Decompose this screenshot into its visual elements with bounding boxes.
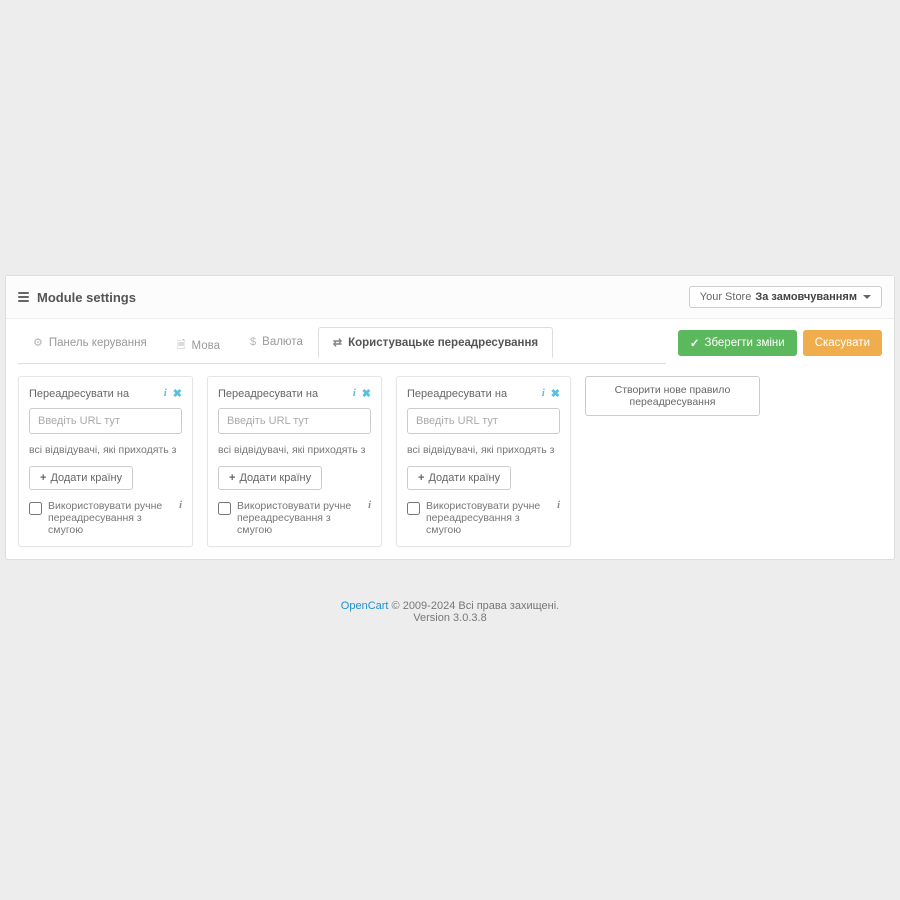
redirect-card: Переадресувати на i ✖ всі відвідувачі, я…: [207, 376, 382, 547]
create-rule-label: Створити нове правило переадресування: [615, 384, 731, 408]
info-icon[interactable]: i: [179, 500, 182, 511]
swap-icon: ⇄: [333, 336, 342, 349]
close-icon[interactable]: ✖: [173, 387, 182, 400]
card-header: Переадресувати на i ✖: [29, 387, 182, 400]
panel-title-text: Module settings: [37, 290, 136, 305]
visitors-label: всі відвідувачі, які приходять з: [29, 444, 182, 456]
manual-redirect-checkbox[interactable]: [29, 502, 42, 515]
url-input[interactable]: [218, 408, 371, 434]
cancel-label: Скасувати: [815, 337, 870, 349]
manual-redirect-checkbox[interactable]: [407, 502, 420, 515]
plus-icon: [229, 472, 235, 484]
tab-label: Користувацьке переадресування: [348, 337, 538, 349]
document-icon: 🗎: [177, 336, 186, 355]
tab-label: Мова: [192, 340, 220, 352]
redirect-card: Переадресувати на i ✖ всі відвідувачі, я…: [18, 376, 193, 547]
panel-heading: Module settings Your Store За замовчуван…: [6, 276, 894, 319]
footer: OpenCart © 2009-2024 Всі права захищені.…: [0, 580, 900, 644]
action-buttons: Зберегти зміни Скасувати: [678, 330, 882, 356]
redirect-card: Переадресувати на i ✖ всі відвідувачі, я…: [396, 376, 571, 547]
manual-redirect-checkbox-row[interactable]: Використовувати ручне переадресування з …: [407, 500, 560, 536]
save-label: Зберегти зміни: [705, 337, 785, 349]
manual-redirect-label: Використовувати ручне переадресування з …: [426, 500, 551, 536]
manual-redirect-checkbox-row[interactable]: Використовувати ручне переадресування з …: [218, 500, 371, 536]
footer-brand-link[interactable]: OpenCart: [341, 600, 389, 612]
add-country-label: Додати країну: [239, 472, 311, 484]
tab-label: Валюта: [262, 336, 303, 348]
visitors-label: всі відвідувачі, які приходять з: [218, 444, 371, 456]
manual-redirect-checkbox-row[interactable]: Використовувати ручне переадресування з …: [29, 500, 182, 536]
tab-label: Панель керування: [49, 337, 147, 349]
redirect-to-label: Переадресувати на: [218, 388, 318, 400]
redirect-to-label: Переадресувати на: [29, 388, 129, 400]
info-icon[interactable]: i: [368, 500, 371, 511]
plus-icon: [40, 472, 46, 484]
module-settings-panel: Module settings Your Store За замовчуван…: [5, 275, 895, 560]
cancel-button[interactable]: Скасувати: [803, 330, 882, 356]
close-icon[interactable]: ✖: [551, 387, 560, 400]
nav-tabs: ⚙ Панель керування 🗎 Мова $ Валюта ⇄ Користу…: [18, 327, 666, 364]
info-icon[interactable]: i: [164, 387, 167, 400]
dollar-icon: $: [250, 336, 256, 348]
card-header: Переадресувати на i ✖: [407, 387, 560, 400]
footer-copyright: © 2009-2024 Всі права захищені.: [388, 600, 559, 612]
tab-custom-redirect[interactable]: ⇄ Користувацьке переадресування: [318, 327, 553, 364]
add-country-label: Додати країну: [50, 472, 122, 484]
tab-currency[interactable]: $ Валюта: [235, 327, 318, 364]
store-selected: За замовчуванням: [755, 291, 857, 303]
redirect-to-label: Переадресувати на: [407, 388, 507, 400]
card-header: Переадресувати на i ✖: [218, 387, 371, 400]
info-icon[interactable]: i: [353, 387, 356, 400]
manual-redirect-label: Використовувати ручне переадресування з …: [48, 500, 173, 536]
add-country-label: Додати країну: [428, 472, 500, 484]
visitors-label: всі відвідувачі, які приходять з: [407, 444, 560, 456]
url-input[interactable]: [29, 408, 182, 434]
save-button[interactable]: Зберегти зміни: [678, 330, 797, 356]
list-icon: [18, 292, 29, 302]
add-country-button[interactable]: Додати країну: [29, 466, 133, 490]
add-country-button[interactable]: Додати країну: [218, 466, 322, 490]
tab-language[interactable]: 🗎 Мова: [162, 327, 235, 364]
close-icon[interactable]: ✖: [362, 387, 371, 400]
info-icon[interactable]: i: [542, 387, 545, 400]
footer-version: Version 3.0.3.8: [0, 612, 900, 624]
panel-title: Module settings: [18, 290, 136, 305]
tab-dashboard[interactable]: ⚙ Панель керування: [18, 327, 162, 364]
add-country-button[interactable]: Додати країну: [407, 466, 511, 490]
tabs-row: ⚙ Панель керування 🗎 Мова $ Валюта ⇄ Користу…: [6, 319, 894, 364]
info-icon[interactable]: i: [557, 500, 560, 511]
check-icon: [690, 336, 700, 350]
url-input[interactable]: [407, 408, 560, 434]
manual-redirect-label: Використовувати ручне переадресування з …: [237, 500, 362, 536]
create-rule-button[interactable]: Створити нове правило переадресування: [585, 376, 760, 416]
plus-icon: [418, 472, 424, 484]
redirect-cards-area: Переадресувати на i ✖ всі відвідувачі, я…: [6, 364, 894, 559]
chevron-down-icon: [863, 295, 871, 299]
store-selector[interactable]: Your Store За замовчуванням: [689, 286, 882, 308]
manual-redirect-checkbox[interactable]: [218, 502, 231, 515]
gear-icon: ⚙: [33, 336, 43, 349]
store-prefix: Your Store: [700, 291, 752, 303]
